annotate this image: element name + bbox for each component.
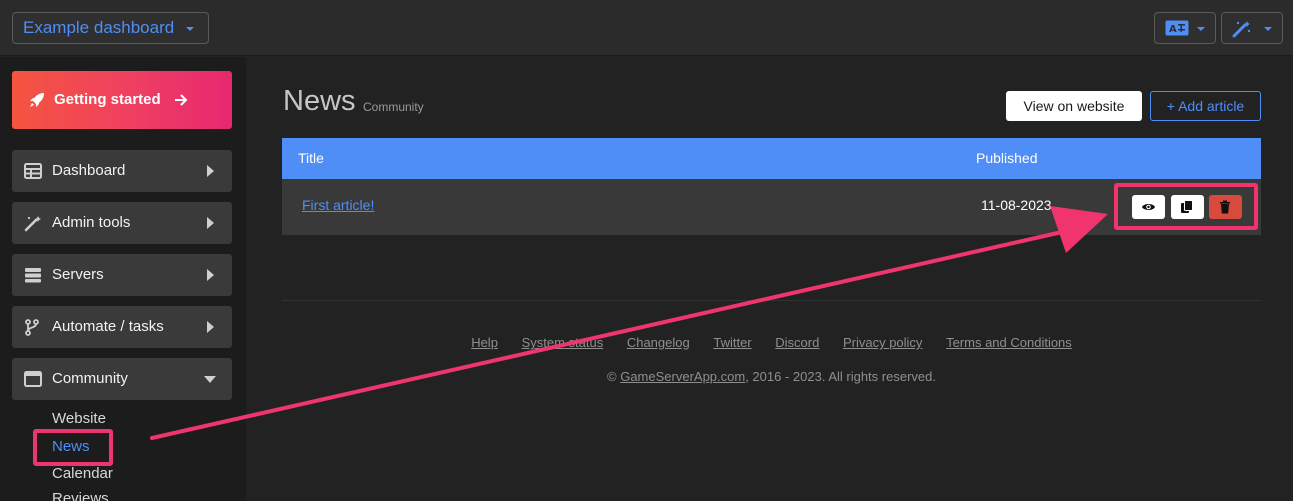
sidebar-item-label: Admin tools	[52, 214, 131, 231]
sidebar-item-label: Dashboard	[52, 162, 126, 179]
tools-button[interactable]	[1221, 12, 1283, 44]
copyright-suffix: , 2016 - 2023. All rights reserved.	[745, 369, 936, 384]
sidebar-subitem-calendar[interactable]: Calendar	[52, 465, 113, 482]
server-icon	[25, 268, 41, 283]
sidebar-item-label: Community	[52, 370, 128, 387]
column-header-published: Published	[976, 150, 1038, 166]
getting-started-button[interactable]: Getting started	[12, 71, 232, 129]
annotation-highlight-actions	[1114, 183, 1258, 230]
translate-icon: A	[1165, 20, 1189, 36]
copyright-text: © GameServerApp.com, 2016 - 2023. All ri…	[282, 369, 1261, 384]
add-article-button[interactable]: + Add article	[1150, 91, 1261, 121]
sidebar-item-dashboard[interactable]: Dashboard	[12, 150, 232, 192]
sidebar-item-label: Servers	[52, 266, 104, 283]
table-icon	[24, 163, 42, 179]
footer-links: Help System status Changelog Twitter Dis…	[282, 335, 1261, 350]
column-header-title: Title	[298, 150, 324, 166]
chevron-right-icon	[207, 217, 214, 229]
table-header: Title Published	[282, 138, 1261, 179]
sidebar-item-servers[interactable]: Servers	[12, 254, 232, 296]
footer-divider	[282, 300, 1261, 301]
top-bar: Example dashboard A	[0, 0, 1293, 56]
language-button[interactable]: A	[1154, 12, 1216, 44]
caret-down-icon	[1197, 27, 1205, 31]
footer-link-system-status[interactable]: System status	[522, 335, 604, 350]
view-on-website-button[interactable]: View on website	[1006, 91, 1142, 121]
footer-link-discord[interactable]: Discord	[775, 335, 819, 350]
branch-icon	[25, 319, 39, 336]
magic-wand-icon	[1232, 21, 1251, 38]
caret-down-icon	[1264, 27, 1272, 31]
window-icon	[24, 371, 42, 387]
sidebar-item-automate-tasks[interactable]: Automate / tasks	[12, 306, 232, 348]
dashboard-select[interactable]: Example dashboard	[12, 12, 209, 44]
sidebar-item-community[interactable]: Community	[12, 358, 232, 400]
footer-link-help[interactable]: Help	[471, 335, 498, 350]
sidebar-subitem-reviews[interactable]: Reviews	[52, 490, 109, 501]
sidebar-item-admin-tools[interactable]: Admin tools	[12, 202, 232, 244]
rocket-icon	[30, 93, 44, 107]
page-subtitle: Community	[363, 100, 424, 114]
chevron-right-icon	[207, 321, 214, 333]
copyright-prefix: ©	[607, 369, 621, 384]
article-title-link[interactable]: First article!	[302, 197, 374, 213]
arrow-right-icon	[175, 94, 188, 106]
footer-link-terms[interactable]: Terms and Conditions	[946, 335, 1072, 350]
footer-link-twitter[interactable]: Twitter	[713, 335, 751, 350]
article-published-date: 11-08-2023	[981, 197, 1052, 213]
sidebar-subitem-website[interactable]: Website	[52, 410, 106, 427]
copyright-link[interactable]: GameServerApp.com	[620, 369, 745, 384]
dashboard-select-label: Example dashboard	[23, 18, 175, 37]
chevron-right-icon	[207, 269, 214, 281]
chevron-down-icon	[204, 376, 216, 383]
svg-text:A: A	[1169, 24, 1177, 35]
caret-down-icon	[186, 27, 194, 31]
chevron-right-icon	[207, 165, 214, 177]
sidebar-item-label: Automate / tasks	[52, 318, 164, 335]
annotation-highlight-news	[33, 429, 113, 466]
footer-link-privacy-policy[interactable]: Privacy policy	[843, 335, 922, 350]
magic-wand-icon	[24, 216, 41, 232]
page-title: News	[283, 85, 356, 117]
footer-link-changelog[interactable]: Changelog	[627, 335, 690, 350]
getting-started-label: Getting started	[54, 91, 161, 108]
